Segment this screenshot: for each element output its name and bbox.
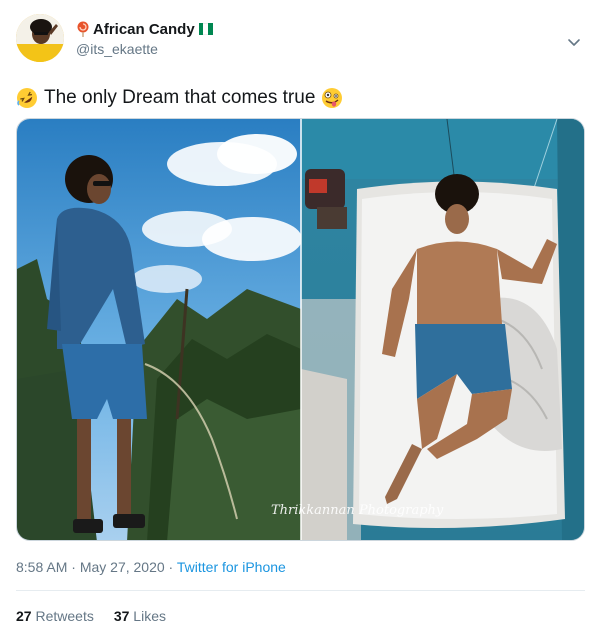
retweets-count: 27 (16, 608, 32, 624)
meta-separator-2: · (164, 559, 177, 575)
retweets-label: Retweets (35, 608, 94, 624)
meta-separator: · (67, 559, 80, 575)
chevron-down-icon[interactable] (566, 34, 582, 50)
likes-stat[interactable]: 37 Likes (114, 608, 166, 624)
lollipop-icon (77, 21, 89, 37)
zany-face-icon (322, 88, 343, 108)
reality-photo: Thrikkannan Photography (271, 119, 584, 540)
tweet-media[interactable]: Thrikkannan Photography (16, 118, 585, 541)
name-line[interactable]: African Candy (76, 18, 213, 40)
tweet-header: African Candy @its_ekaette (16, 14, 586, 64)
avatar[interactable] (16, 14, 64, 62)
tweet-text: The only Dream that comes true (16, 86, 343, 110)
watermark: Thrikkannan Photography (271, 503, 444, 518)
tweet-body: The only Dream that comes true (44, 87, 316, 108)
likes-label: Likes (133, 608, 166, 624)
tweet-time[interactable]: 8:58 AM (16, 559, 67, 575)
tweet-date[interactable]: May 27, 2020 (80, 559, 165, 575)
divider (16, 590, 585, 591)
tweet-source-link[interactable]: Twitter for iPhone (177, 559, 286, 575)
rolling-on-floor-laughing-icon (17, 88, 37, 108)
likes-count: 37 (113, 608, 130, 624)
display-name: African Candy (93, 20, 195, 38)
nigeria-flag-icon (198, 23, 213, 35)
author-handle[interactable]: @its_ekaette (76, 41, 213, 57)
retweets-stat[interactable]: 27 Retweets (16, 608, 94, 624)
tweet-meta: 8:58 AM · May 27, 2020 · Twitter for iPh… (16, 559, 286, 575)
tweet-stats: 27 Retweets 37 Likes (16, 608, 166, 624)
dream-photo (17, 119, 302, 540)
author-info: African Candy @its_ekaette (76, 18, 213, 57)
